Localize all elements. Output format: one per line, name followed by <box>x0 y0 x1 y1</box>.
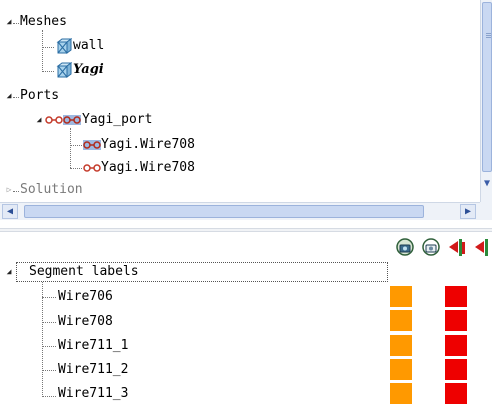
loop-camera-outline-icon[interactable] <box>420 236 442 258</box>
mesh-cube-icon <box>56 38 72 54</box>
segment-label: Wire711_1 <box>58 338 129 353</box>
tree-connector <box>42 370 56 371</box>
tree-connector <box>42 30 43 72</box>
scrollbar-corner <box>480 202 492 220</box>
tree-node-meshes[interactable]: Meshes <box>20 12 67 32</box>
scroll-grip <box>486 35 491 36</box>
tree-node-mesh-wall[interactable]: wall <box>73 36 104 56</box>
expand-ports-icon[interactable]: ◢ <box>4 86 14 106</box>
segment-color-swatch[interactable] <box>445 359 467 380</box>
port-connector-icon <box>45 116 63 124</box>
segment-color-swatch[interactable] <box>445 383 467 404</box>
vertical-scroll-thumb[interactable] <box>482 2 492 172</box>
segment-color-swatch[interactable] <box>390 383 412 404</box>
tree-connector <box>13 23 19 24</box>
tree-connector <box>42 282 43 397</box>
tree-node-solution[interactable]: Solution <box>20 180 83 200</box>
loop-camera-icon[interactable] <box>394 236 416 258</box>
tree-connector <box>42 396 56 397</box>
tree-connector <box>13 191 19 192</box>
tree-node-port-item[interactable]: Yagi.Wire708 <box>101 135 195 155</box>
port-connector-selected-icon <box>83 140 101 150</box>
tree-connector <box>42 47 54 48</box>
expand-meshes-icon[interactable]: ◢ <box>4 12 14 32</box>
tree-node-port-item[interactable]: Yagi.Wire708 <box>101 158 195 178</box>
scroll-down-arrow-icon[interactable]: ▼ <box>482 178 492 190</box>
tree-connector <box>70 168 82 169</box>
segment-label: Wire711_3 <box>58 386 129 401</box>
segment-toolbar <box>0 232 492 262</box>
project-tree: ◢ Meshes wall Yagi ◢ Ports ◢ Yagi_port Y… <box>0 0 480 202</box>
tree-connector <box>13 97 19 98</box>
tree-node-mesh-yagi[interactable]: Yagi <box>73 60 104 80</box>
tree-horizontal-scrollbar[interactable]: ◀ ▶ <box>0 202 480 220</box>
red-flag-arrow-icon[interactable] <box>446 236 468 258</box>
horizontal-scroll-thumb[interactable] <box>24 205 424 218</box>
tree-connector <box>70 128 71 168</box>
tree-connector <box>42 322 56 323</box>
expand-yagi-port-icon[interactable]: ◢ <box>34 110 44 130</box>
mesh-cube-icon <box>56 62 72 78</box>
expand-segment-labels-icon[interactable]: ◢ <box>4 262 14 282</box>
segment-labels-title: Segment labels <box>29 264 139 279</box>
segment-label: Wire706 <box>58 289 113 304</box>
scroll-grip <box>486 37 491 38</box>
tree-connector <box>42 297 56 298</box>
segment-color-swatch[interactable] <box>445 335 467 356</box>
tree-connector <box>70 145 82 146</box>
scroll-grip <box>486 33 491 34</box>
segment-label: Wire711_2 <box>58 362 129 377</box>
segment-color-swatch[interactable] <box>445 310 467 331</box>
collapsed-solution-icon[interactable]: ▷ <box>4 180 14 200</box>
tree-node-ports[interactable]: Ports <box>20 86 59 106</box>
tree-vertical-scrollbar[interactable]: ▼ <box>480 0 492 202</box>
tree-connector <box>42 346 56 347</box>
segment-label: Wire708 <box>58 314 113 329</box>
red-flag-arrow-partial-icon[interactable] <box>472 236 492 258</box>
segment-color-swatch[interactable] <box>390 335 412 356</box>
port-connector-icon <box>83 164 101 172</box>
segment-color-swatch[interactable] <box>445 286 467 307</box>
tree-node-yagi-port[interactable]: Yagi_port <box>82 110 152 130</box>
segment-color-swatch[interactable] <box>390 310 412 331</box>
segment-color-swatch[interactable] <box>390 286 412 307</box>
tree-connector <box>42 71 54 72</box>
port-connector-selected-icon <box>63 115 81 125</box>
segment-labels-header[interactable]: Segment labels <box>16 262 388 282</box>
scroll-left-arrow-icon[interactable]: ◀ <box>2 204 18 219</box>
segment-color-swatch[interactable] <box>390 359 412 380</box>
scroll-right-arrow-icon[interactable]: ▶ <box>460 204 476 219</box>
